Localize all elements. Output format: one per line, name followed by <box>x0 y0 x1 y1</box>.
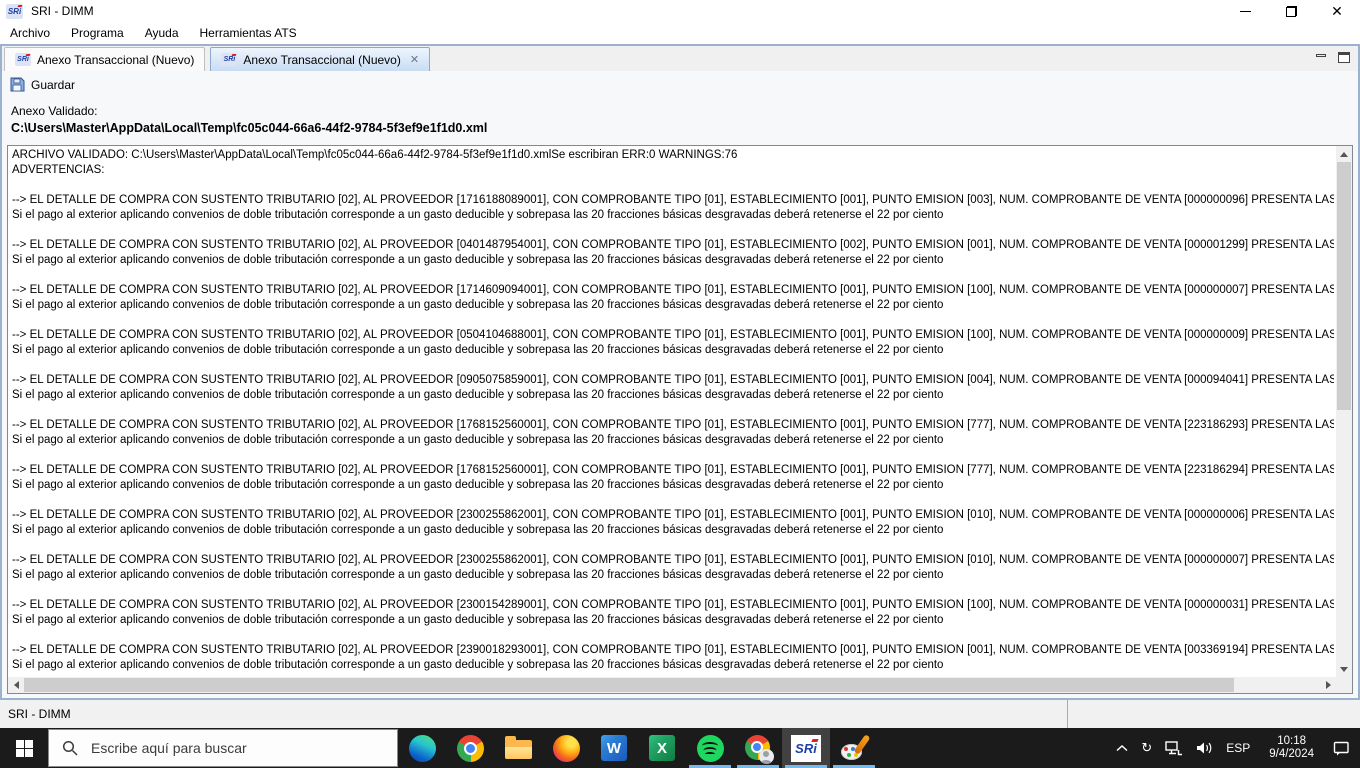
search-input[interactable] <box>48 729 398 767</box>
scroll-right-icon[interactable] <box>1320 677 1336 693</box>
taskbar-app-firefox[interactable] <box>542 728 590 768</box>
tab-label: Anexo Transaccional (Nuevo) <box>37 52 195 67</box>
file-explorer-icon <box>504 736 532 759</box>
maximize-view-icon[interactable] <box>1338 52 1350 63</box>
firefox-icon <box>552 734 580 762</box>
close-tab-icon[interactable]: ✕ <box>410 53 419 66</box>
start-button[interactable] <box>0 728 48 768</box>
restore-button[interactable] <box>1268 0 1314 22</box>
spotify-icon <box>696 734 724 762</box>
scroll-up-icon[interactable] <box>1336 146 1352 162</box>
horizontal-scroll-thumb[interactable] <box>24 678 1234 692</box>
taskbar-app-edge[interactable] <box>398 728 446 768</box>
sri-app-icon: SRi <box>6 3 23 19</box>
menu-bar: Archivo Programa Ayuda Herramientas ATS <box>0 22 1360 44</box>
taskbar-app-paint[interactable] <box>830 728 878 768</box>
menu-archivo[interactable]: Archivo <box>10 26 50 40</box>
window-controls: ✕ <box>1222 0 1360 22</box>
save-label: Guardar <box>31 77 76 92</box>
window-title: SRI - DIMM <box>31 4 94 18</box>
tray-network-icon[interactable] <box>1165 740 1183 756</box>
save-floppy-icon <box>10 77 25 92</box>
status-bar: SRI - DIMM <box>0 700 1360 728</box>
taskbar-app-word[interactable] <box>590 728 638 768</box>
tab-strip: SRi Anexo Transaccional (Nuevo) SRi Anex… <box>2 46 1358 71</box>
restore-icon <box>1285 5 1297 17</box>
profile-avatar <box>758 748 774 764</box>
paint-icon <box>840 734 871 762</box>
validated-file-path: C:\Users\Master\AppData\Local\Temp\fc05c… <box>11 121 488 135</box>
taskbar: SRi ↻ ESP <box>0 728 1360 768</box>
taskbar-app-spotify[interactable] <box>686 728 734 768</box>
taskbar-app-chrome[interactable] <box>446 728 494 768</box>
tray-date: 9/4/2024 <box>1269 748 1314 760</box>
taskbar-app-chrome-profile[interactable] <box>734 728 782 768</box>
search-icon <box>62 740 78 756</box>
chrome-profile-icon <box>744 734 774 764</box>
minimize-view-icon[interactable] <box>1316 53 1326 57</box>
tab-anexo-transaccional-2[interactable]: SRi Anexo Transaccional (Nuevo) ✕ <box>210 47 431 71</box>
sri-tab-icon: SRi <box>221 53 238 66</box>
minimize-icon <box>1239 10 1251 12</box>
windows-logo-icon <box>15 739 33 757</box>
tray-time: 10:18 <box>1277 735 1306 747</box>
scroll-left-icon[interactable] <box>8 677 24 693</box>
edge-icon <box>408 734 436 762</box>
editor-content: Guardar Anexo Validado: C:\Users\Master\… <box>2 71 1358 698</box>
menu-herramientas-ats[interactable]: Herramientas ATS <box>200 26 297 40</box>
close-button[interactable]: ✕ <box>1314 0 1360 22</box>
sri-tab-icon: SRi <box>15 53 31 66</box>
workbench: SRi Anexo Transaccional (Nuevo) SRi Anex… <box>0 44 1360 700</box>
tab-anexo-transaccional-1[interactable]: SRi Anexo Transaccional (Nuevo) <box>4 47 206 71</box>
tray-chevron-up-icon[interactable] <box>1116 744 1128 752</box>
sri-dimm-icon: SRi <box>791 734 821 762</box>
tray-speaker-icon[interactable] <box>1196 741 1213 755</box>
log-text[interactable]: ARCHIVO VALIDADO: C:\Users\Master\AppDat… <box>12 148 1334 675</box>
save-button[interactable]: Guardar <box>10 77 75 92</box>
validation-log-box: ARCHIVO VALIDADO: C:\Users\Master\AppDat… <box>7 145 1353 694</box>
horizontal-scrollbar[interactable] <box>8 677 1336 693</box>
excel-icon <box>649 735 675 761</box>
tab-label: Anexo Transaccional (Nuevo) <box>243 52 401 67</box>
word-icon <box>601 735 627 761</box>
status-text: SRI - DIMM <box>8 707 71 721</box>
title-bar: SRi SRI - DIMM ✕ <box>0 0 1360 22</box>
screen: SRi SRI - DIMM ✕ Archivo Programa Ayuda … <box>0 0 1360 768</box>
taskbar-app-excel[interactable] <box>638 728 686 768</box>
tray-notification-icon[interactable] <box>1333 741 1350 756</box>
anexo-validado-label: Anexo Validado: <box>11 104 98 118</box>
menu-programa[interactable]: Programa <box>71 26 124 40</box>
close-icon: ✕ <box>1331 3 1343 19</box>
menu-ayuda[interactable]: Ayuda <box>145 26 179 40</box>
scrollbar-corner <box>1336 677 1352 693</box>
tray-update-icon[interactable]: ↻ <box>1141 740 1152 756</box>
minimize-button[interactable] <box>1222 0 1268 22</box>
vertical-scrollbar[interactable] <box>1336 146 1352 677</box>
tray-language[interactable]: ESP <box>1226 741 1250 755</box>
chrome-icon <box>456 734 484 762</box>
tray-clock[interactable]: 10:18 9/4/2024 <box>1263 735 1320 761</box>
system-tray: ↻ ESP 10:18 9/4/2024 <box>1116 728 1360 768</box>
taskbar-app-sri-dimm[interactable]: SRi <box>782 728 830 768</box>
scroll-down-icon[interactable] <box>1336 661 1352 677</box>
view-controls <box>1316 52 1350 63</box>
vertical-scroll-thumb[interactable] <box>1337 162 1351 410</box>
status-divider <box>1067 700 1068 728</box>
taskbar-app-file-explorer[interactable] <box>494 728 542 768</box>
taskbar-search <box>48 728 398 768</box>
